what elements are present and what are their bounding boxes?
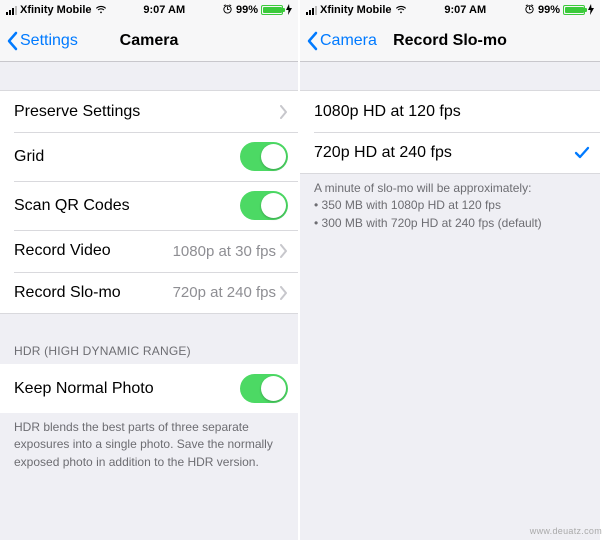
- signal-bars-icon: [306, 5, 317, 15]
- row-scan-qr[interactable]: Scan QR Codes: [0, 181, 298, 230]
- carrier-label: Xfinity Mobile: [20, 4, 92, 16]
- group-header: HDR (High Dynamic Range): [0, 338, 298, 364]
- keep-normal-switch[interactable]: [240, 374, 288, 403]
- row-grid[interactable]: Grid: [0, 132, 298, 181]
- alarm-icon: [222, 3, 233, 17]
- battery-pct-label: 99%: [236, 4, 258, 16]
- group-footer: HDR blends the best parts of three separ…: [0, 413, 298, 481]
- charging-icon: [588, 4, 594, 17]
- battery-icon: [261, 5, 283, 15]
- footer-bullet: 300 MB with 720p HD at 240 fps (default): [314, 215, 586, 232]
- battery-icon: [563, 5, 585, 15]
- record-slomo-screen: Xfinity Mobile 9:07 AM 99% Camera Record…: [300, 0, 600, 540]
- option-1080p-120[interactable]: 1080p HD at 120 fps: [300, 90, 600, 132]
- row-label: Preserve Settings: [14, 103, 140, 121]
- row-record-video[interactable]: Record Video 1080p at 30 fps: [0, 230, 298, 272]
- clock-label: 9:07 AM: [143, 4, 185, 16]
- chevron-right-icon: [280, 244, 288, 258]
- nav-bar: Camera Record Slo-mo: [300, 20, 600, 62]
- row-label: Scan QR Codes: [14, 197, 130, 215]
- qr-switch[interactable]: [240, 191, 288, 220]
- option-720p-240[interactable]: 720p HD at 240 fps: [300, 132, 600, 174]
- row-detail: 720p at 240 fps: [173, 284, 276, 301]
- footer-bullet: 350 MB with 1080p HD at 120 fps: [314, 197, 586, 214]
- back-button[interactable]: Settings: [6, 31, 78, 51]
- grid-switch[interactable]: [240, 142, 288, 171]
- options-group: 1080p HD at 120 fps 720p HD at 240 fps: [300, 90, 600, 174]
- chevron-left-icon: [6, 31, 18, 51]
- row-label: Record Slo-mo: [14, 284, 121, 302]
- settings-group-main: Preserve Settings Grid Scan QR Codes Rec…: [0, 90, 298, 314]
- back-label: Camera: [320, 32, 377, 50]
- wifi-icon: [95, 5, 107, 15]
- watermark: www.deuatz.com: [530, 526, 602, 536]
- signal-bars-icon: [6, 5, 17, 15]
- clock-label: 9:07 AM: [444, 4, 486, 16]
- camera-settings-screen: Xfinity Mobile 9:07 AM 99% Settings Came…: [0, 0, 300, 540]
- settings-group-hdr: HDR (High Dynamic Range) Keep Normal Pho…: [0, 338, 298, 481]
- option-label: 720p HD at 240 fps: [314, 144, 452, 162]
- row-preserve-settings[interactable]: Preserve Settings: [0, 90, 298, 132]
- back-label: Settings: [20, 32, 78, 50]
- row-label: Grid: [14, 148, 44, 166]
- row-label: Keep Normal Photo: [14, 380, 154, 398]
- chevron-right-icon: [280, 286, 288, 300]
- checkmark-icon: [574, 145, 590, 161]
- footer-line: A minute of slo-mo will be approximately…: [314, 180, 586, 197]
- size-footer: A minute of slo-mo will be approximately…: [300, 174, 600, 242]
- option-label: 1080p HD at 120 fps: [314, 103, 461, 121]
- status-bar: Xfinity Mobile 9:07 AM 99%: [300, 0, 600, 20]
- back-button[interactable]: Camera: [306, 31, 377, 51]
- battery-pct-label: 99%: [538, 4, 560, 16]
- row-record-slomo[interactable]: Record Slo-mo 720p at 240 fps: [0, 272, 298, 314]
- alarm-icon: [524, 3, 535, 17]
- row-detail: 1080p at 30 fps: [173, 243, 276, 260]
- wifi-icon: [395, 5, 407, 15]
- chevron-left-icon: [306, 31, 318, 51]
- carrier-label: Xfinity Mobile: [320, 4, 392, 16]
- row-keep-normal-photo[interactable]: Keep Normal Photo: [0, 364, 298, 413]
- chevron-right-icon: [280, 105, 288, 119]
- status-bar: Xfinity Mobile 9:07 AM 99%: [0, 0, 298, 20]
- charging-icon: [286, 4, 292, 17]
- nav-bar: Settings Camera: [0, 20, 298, 62]
- row-label: Record Video: [14, 242, 111, 260]
